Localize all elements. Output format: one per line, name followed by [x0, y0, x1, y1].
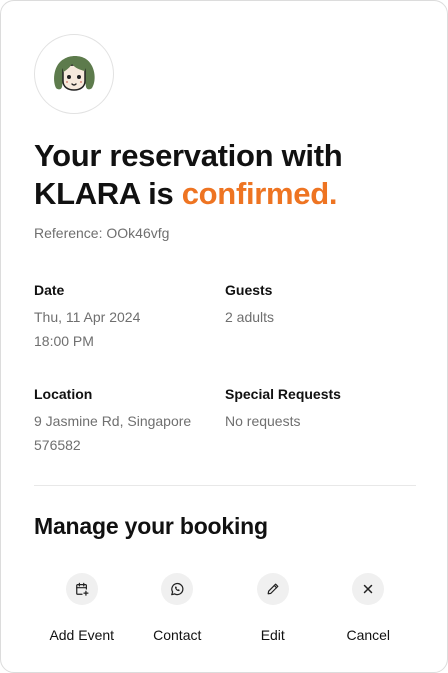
contact-button[interactable]: Contact	[130, 573, 226, 643]
booking-actions: Add Event Contact Edit Cancel	[34, 573, 416, 643]
detail-special-label: Special Requests	[225, 386, 341, 402]
pencil-icon	[267, 583, 279, 595]
divider	[34, 485, 416, 486]
manage-booking-title: Manage your booking	[34, 513, 268, 539]
avatar	[34, 34, 114, 114]
reference-code: Reference: OOk46vfg	[34, 225, 170, 241]
restaurant-logo-icon	[54, 56, 95, 91]
date-day: Thu, 11 Apr 2024	[34, 309, 141, 325]
detail-date-label: Date	[34, 282, 65, 298]
calendar-plus-icon	[75, 582, 89, 596]
confirmation-card: Your reservation with KLARA is confirmed…	[0, 0, 448, 673]
cancel-label: Cancel	[346, 627, 391, 643]
detail-special-requests: Special Requests No requests	[225, 385, 415, 433]
contact-label: Contact	[153, 627, 202, 643]
detail-guests-label: Guests	[225, 282, 273, 298]
detail-location-value: 9 Jasmine Rd, Singapore 576582	[34, 409, 224, 457]
location-address: 9 Jasmine Rd, Singapore	[34, 413, 192, 429]
contact-icon-circle	[161, 573, 194, 605]
detail-location-label: Location	[34, 386, 93, 402]
add-event-icon-circle	[65, 573, 98, 605]
detail-special-value: No requests	[225, 413, 301, 429]
detail-guests-value: 2 adults	[225, 309, 275, 325]
location-postal: 576582	[34, 437, 81, 453]
whatsapp-icon	[171, 582, 184, 596]
detail-guests: Guests 2 adults	[225, 281, 415, 329]
edit-icon-circle	[256, 573, 289, 605]
date-time: 18:00 PM	[34, 333, 94, 349]
cancel-icon-circle	[352, 573, 385, 605]
detail-date: Date Thu, 11 Apr 2024 18:00 PM	[34, 281, 224, 353]
detail-date-value: Thu, 11 Apr 2024 18:00 PM	[34, 305, 224, 353]
confirmed-status: confirmed.	[181, 176, 338, 211]
cancel-button[interactable]: Cancel	[321, 573, 417, 643]
edit-button[interactable]: Edit	[225, 573, 321, 643]
add-event-button[interactable]: Add Event	[34, 573, 130, 643]
edit-label: Edit	[260, 627, 285, 643]
close-icon	[364, 584, 373, 594]
detail-location: Location 9 Jasmine Rd, Singapore 576582	[34, 385, 224, 457]
page-title: Your reservation with KLARA is confirmed…	[34, 137, 424, 213]
add-event-label: Add Event	[49, 627, 115, 643]
